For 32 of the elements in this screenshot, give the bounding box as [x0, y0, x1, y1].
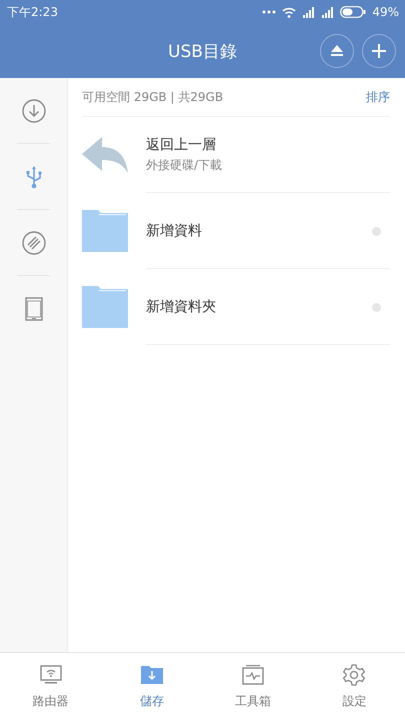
battery-percent: 49% [372, 5, 399, 19]
selection-dot[interactable] [372, 226, 381, 236]
eject-button[interactable] [320, 34, 354, 68]
folder-icon[interactable] [82, 286, 128, 328]
signal-icon [321, 6, 334, 18]
file-name[interactable]: 新增資料夾 [146, 298, 372, 316]
nav-tab[interactable]: 設定 [304, 653, 405, 720]
signal-icon [302, 6, 316, 18]
file-name[interactable]: 返回上一層 [146, 136, 390, 154]
back-arrow-icon[interactable] [82, 137, 128, 173]
eject-icon [330, 44, 344, 58]
plus-icon [372, 44, 386, 58]
folder-download-icon [140, 663, 164, 687]
toolbox-pulse-icon [241, 663, 266, 687]
slashed-circle-icon[interactable] [22, 230, 46, 254]
sort-link[interactable]: 排序 [366, 88, 390, 106]
more-icon [262, 10, 276, 14]
nav-tab[interactable]: 路由器 [0, 653, 102, 720]
selection-dot[interactable] [372, 302, 381, 312]
nav-tab[interactable]: 工具箱 [202, 653, 304, 720]
status-time: 下午2:23 [7, 4, 58, 20]
file-name[interactable]: 新增資料 [146, 222, 372, 240]
settings-icon [342, 663, 366, 687]
nav-tab[interactable]: 儲存 [101, 653, 202, 720]
add-button[interactable] [362, 34, 396, 68]
battery-icon [340, 6, 366, 18]
folder-icon[interactable] [82, 210, 128, 252]
storage-info: 可用空間 29GB | 共29GB [82, 88, 224, 106]
download-icon[interactable] [22, 98, 46, 122]
file-path: 外接硬碟/下載 [146, 157, 224, 174]
wifi-icon [282, 6, 296, 18]
screen-title: USB目錄 [168, 40, 237, 62]
